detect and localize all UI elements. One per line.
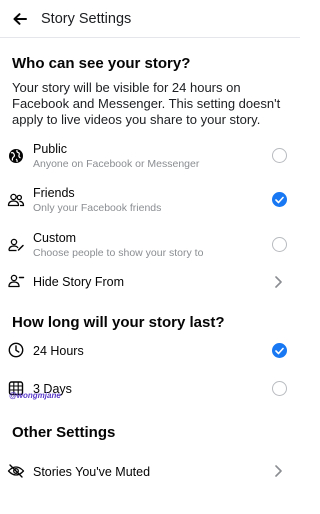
hide-story-from-label: Hide Story From: [33, 275, 124, 289]
watermark-text: @wongmjane: [9, 391, 61, 400]
other-section-title: Other Settings: [12, 424, 116, 441]
checkmark-icon: [275, 196, 284, 203]
option-label: Custom: [33, 231, 77, 245]
audience-option-public[interactable]: Public Anyone on Facebook or Messenger: [0, 140, 300, 176]
clock-icon: [7, 341, 25, 359]
audience-option-custom[interactable]: Custom Choose people to show your story …: [0, 229, 300, 265]
muted-eye-icon: [7, 462, 25, 480]
audience-description: Your story will be visible for 24 hours …: [12, 80, 281, 127]
custom-people-icon: [7, 236, 25, 254]
hide-story-from-row[interactable]: Hide Story From: [0, 270, 300, 294]
globe-icon: [7, 147, 25, 165]
stories-muted-row[interactable]: Stories You've Muted: [0, 459, 300, 483]
checkmark-icon: [275, 347, 284, 354]
radio-public[interactable]: [272, 148, 287, 163]
back-arrow-icon: [13, 13, 27, 25]
radio-custom[interactable]: [272, 237, 287, 252]
page-title: Story Settings: [41, 11, 132, 27]
radio-24-hours[interactable]: [272, 343, 287, 358]
stories-muted-label: Stories You've Muted: [33, 465, 151, 479]
option-sublabel: Choose people to show your story to: [33, 247, 204, 259]
hide-person-icon: [7, 272, 25, 290]
top-bar: Story Settings: [0, 0, 300, 38]
chevron-right-icon: [273, 275, 283, 289]
option-label: 24 Hours: [33, 344, 84, 358]
option-sublabel: Anyone on Facebook or Messenger: [33, 158, 200, 170]
duration-option-24-hours[interactable]: 24 Hours: [0, 338, 300, 362]
audience-option-friends[interactable]: Friends Only your Facebook friends: [0, 184, 300, 220]
option-sublabel: Only your Facebook friends: [33, 202, 162, 214]
option-label: Friends: [33, 186, 75, 200]
duration-section-title: How long will your story last?: [12, 314, 225, 331]
back-button[interactable]: [10, 9, 30, 29]
friends-icon: [7, 191, 25, 209]
option-label: Public: [33, 142, 68, 156]
audience-section-title: Who can see your story?: [12, 55, 191, 72]
radio-friends[interactable]: [272, 192, 287, 207]
radio-3-days[interactable]: [272, 381, 287, 396]
chevron-right-icon: [273, 464, 283, 478]
